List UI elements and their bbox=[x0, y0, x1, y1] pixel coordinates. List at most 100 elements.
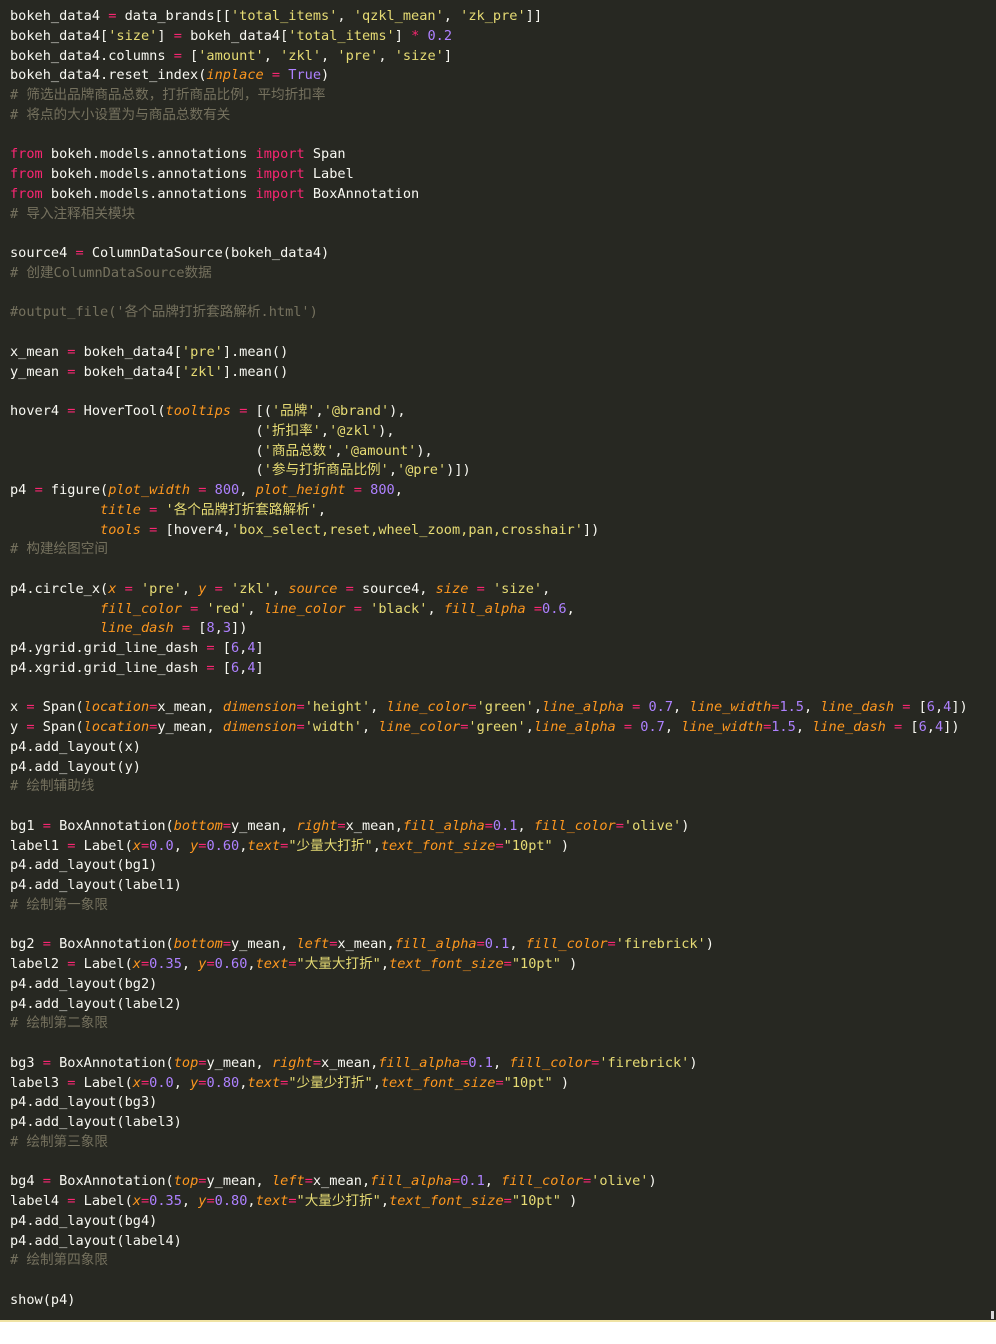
code-line[interactable] bbox=[10, 560, 996, 580]
code-line[interactable]: from bokeh.models.annotations import Box… bbox=[10, 185, 996, 205]
code-line[interactable]: ('参与打折商品比例','@pre')]) bbox=[10, 461, 996, 481]
boolean-token: True bbox=[288, 67, 322, 84]
code-line[interactable]: bg2 = BoxAnnotation(bottom=y_mean, left=… bbox=[10, 935, 996, 955]
identifier-token: source4 bbox=[10, 245, 76, 261]
code-line[interactable] bbox=[10, 323, 996, 343]
code-area[interactable]: bokeh_data4 = data_brands[['total_items'… bbox=[10, 7, 996, 1311]
keyword-argument-token: fill_alpha bbox=[394, 936, 477, 953]
code-line[interactable]: # 绘制第一象限 bbox=[10, 896, 996, 916]
code-line[interactable]: label4 = Label(x=0.35, y=0.80,text="大量少打… bbox=[10, 1192, 996, 1212]
string-token: 'box_select,reset,wheel_zoom,pan,crossha… bbox=[231, 521, 583, 538]
code-line[interactable]: p4.add_layout(bg3) bbox=[10, 1093, 996, 1113]
code-line[interactable]: p4.add_layout(x) bbox=[10, 738, 996, 758]
code-line[interactable]: from bokeh.models.annotations import Spa… bbox=[10, 145, 996, 165]
code-line[interactable]: p4.add_layout(bg2) bbox=[10, 975, 996, 995]
code-line[interactable] bbox=[10, 916, 996, 936]
code-line[interactable]: p4.add_layout(y) bbox=[10, 758, 996, 778]
operator-token: = bbox=[288, 956, 297, 972]
code-line[interactable]: label3 = Label(x=0.0, y=0.80,text="少量少打折… bbox=[10, 1074, 996, 1094]
code-line[interactable]: tools = [hover4,'box_select,reset,wheel_… bbox=[10, 521, 996, 541]
code-line[interactable]: x = Span(location=x_mean, dimension='hei… bbox=[10, 698, 996, 718]
code-line[interactable]: y_mean = bokeh_data4['zkl'].mean() bbox=[10, 363, 996, 383]
code-line[interactable]: line_dash = [8,3]) bbox=[10, 619, 996, 639]
number-token: 800 bbox=[370, 482, 395, 498]
comment-token: # 将点的大小设置为与商品总数有关 bbox=[10, 106, 231, 123]
identifier-token: , bbox=[372, 837, 381, 854]
code-line[interactable]: bokeh_data4.columns = ['amount', 'zkl', … bbox=[10, 47, 996, 67]
code-line[interactable]: bokeh_data4 = data_brands[['total_items'… bbox=[10, 7, 996, 27]
identifier-token: , bbox=[926, 719, 935, 735]
code-line[interactable]: fill_color = 'red', line_color = 'black'… bbox=[10, 600, 996, 620]
code-line[interactable] bbox=[10, 679, 996, 699]
code-line[interactable]: # 绘制第三象限 bbox=[10, 1133, 996, 1153]
identifier-token: Label( bbox=[75, 837, 133, 854]
code-line[interactable]: p4.add_layout(bg1) bbox=[10, 856, 996, 876]
code-line[interactable]: # 筛选出品牌商品总数，打折商品比例，平均折扣率 bbox=[10, 86, 996, 106]
code-line[interactable] bbox=[10, 1153, 996, 1173]
identifier-token: , bbox=[247, 956, 256, 972]
code-editor[interactable]: bokeh_data4 = data_brands[['total_items'… bbox=[0, 0, 996, 1320]
code-line[interactable]: p4.add_layout(label3) bbox=[10, 1113, 996, 1133]
identifier-token bbox=[264, 67, 272, 83]
code-line[interactable]: p4.circle_x(x = 'pre', y = 'zkl', source… bbox=[10, 580, 996, 600]
code-line[interactable]: bg1 = BoxAnnotation(bottom=y_mean, right… bbox=[10, 817, 996, 837]
keyword-argument-token: dimension bbox=[222, 699, 297, 716]
code-line[interactable]: # 导入注释相关模块 bbox=[10, 205, 996, 225]
code-line[interactable]: # 构建绘图空间 bbox=[10, 540, 996, 560]
comment-token: # 导入注释相关模块 bbox=[10, 205, 136, 222]
code-line[interactable]: y = Span(location=y_mean, dimension='wid… bbox=[10, 718, 996, 738]
number-token: 0.1 bbox=[492, 817, 518, 834]
code-line[interactable]: p4.add_layout(label2) bbox=[10, 995, 996, 1015]
code-line[interactable] bbox=[10, 224, 996, 244]
code-line[interactable] bbox=[10, 126, 996, 146]
code-line[interactable]: bg3 = BoxAnnotation(top=y_mean, right=x_… bbox=[10, 1054, 996, 1074]
code-line[interactable]: p4 = figure(plot_width = 800, plot_heigh… bbox=[10, 481, 996, 501]
code-line[interactable] bbox=[10, 382, 996, 402]
identifier-token: , bbox=[320, 422, 330, 439]
code-line[interactable]: hover4 = HoverTool(tooltips = [('品牌','@b… bbox=[10, 402, 996, 422]
number-token: 4 bbox=[247, 640, 256, 656]
code-line[interactable]: source4 = ColumnDataSource(bokeh_data4) bbox=[10, 244, 996, 264]
code-line[interactable]: bokeh_data4.reset_index(inplace = True) bbox=[10, 66, 996, 86]
identifier-token: label2 bbox=[10, 956, 68, 972]
string-token: "10pt" bbox=[511, 1193, 561, 1209]
code-line[interactable]: # 将点的大小设置为与商品总数有关 bbox=[10, 106, 996, 126]
code-line[interactable]: label1 = Label(x=0.0, y=0.60,text="少量大打折… bbox=[10, 837, 996, 857]
code-line[interactable]: p4.xgrid.grid_line_dash = [6,4] bbox=[10, 659, 996, 679]
code-line[interactable]: # 绘制第二象限 bbox=[10, 1014, 996, 1034]
identifier-token: ) bbox=[560, 956, 578, 972]
code-line[interactable]: p4.ygrid.grid_line_dash = [6,4] bbox=[10, 639, 996, 659]
code-line[interactable] bbox=[10, 797, 996, 817]
code-line[interactable]: bg4 = BoxAnnotation(top=y_mean, left=x_m… bbox=[10, 1172, 996, 1192]
code-line[interactable]: # 绘制第四象限 bbox=[10, 1251, 996, 1271]
code-line[interactable]: from bokeh.models.annotations import Lab… bbox=[10, 165, 996, 185]
code-line[interactable] bbox=[10, 284, 996, 304]
operator-token: = bbox=[894, 719, 903, 735]
code-line[interactable]: # 创建ColumnDataSource数据 bbox=[10, 264, 996, 284]
code-line[interactable]: show(p4) bbox=[10, 1291, 996, 1311]
code-line[interactable]: ('商品总数','@amount'), bbox=[10, 442, 996, 462]
code-line[interactable]: label2 = Label(x=0.35, y=0.60,text="大量大打… bbox=[10, 955, 996, 975]
string-token: "大量少打折" bbox=[296, 1193, 381, 1209]
keyword-argument-token: bottom bbox=[173, 817, 223, 834]
code-line[interactable]: title = '各个品牌打折套路解析', bbox=[10, 501, 996, 521]
code-line[interactable]: bokeh_data4['size'] = bokeh_data4['total… bbox=[10, 27, 996, 47]
string-token: 'total_items' bbox=[288, 27, 395, 44]
identifier-token: ), bbox=[378, 422, 395, 439]
code-line[interactable]: ('折扣率','@zkl'), bbox=[10, 422, 996, 442]
keyword-argument-token: text_font_size bbox=[380, 837, 496, 854]
identifier-token: show(p4) bbox=[10, 1291, 76, 1308]
code-line[interactable] bbox=[10, 1034, 996, 1054]
identifier-token: ] bbox=[157, 27, 174, 44]
code-line[interactable]: #output_file('各个品牌打折套路解析.html') bbox=[10, 303, 996, 323]
keyword-argument-token: x bbox=[132, 1193, 141, 1209]
code-line[interactable]: p4.add_layout(label4) bbox=[10, 1232, 996, 1252]
identifier-token: bg1 bbox=[10, 817, 43, 834]
code-line[interactable]: x_mean = bokeh_data4['pre'].mean() bbox=[10, 343, 996, 363]
string-token: 'pre' bbox=[140, 580, 182, 597]
keyword-token: from bbox=[10, 185, 43, 202]
code-line[interactable]: p4.add_layout(label1) bbox=[10, 876, 996, 896]
code-line[interactable]: p4.add_layout(bg4) bbox=[10, 1212, 996, 1232]
code-line[interactable] bbox=[10, 1271, 996, 1291]
code-line[interactable]: # 绘制辅助线 bbox=[10, 777, 996, 797]
